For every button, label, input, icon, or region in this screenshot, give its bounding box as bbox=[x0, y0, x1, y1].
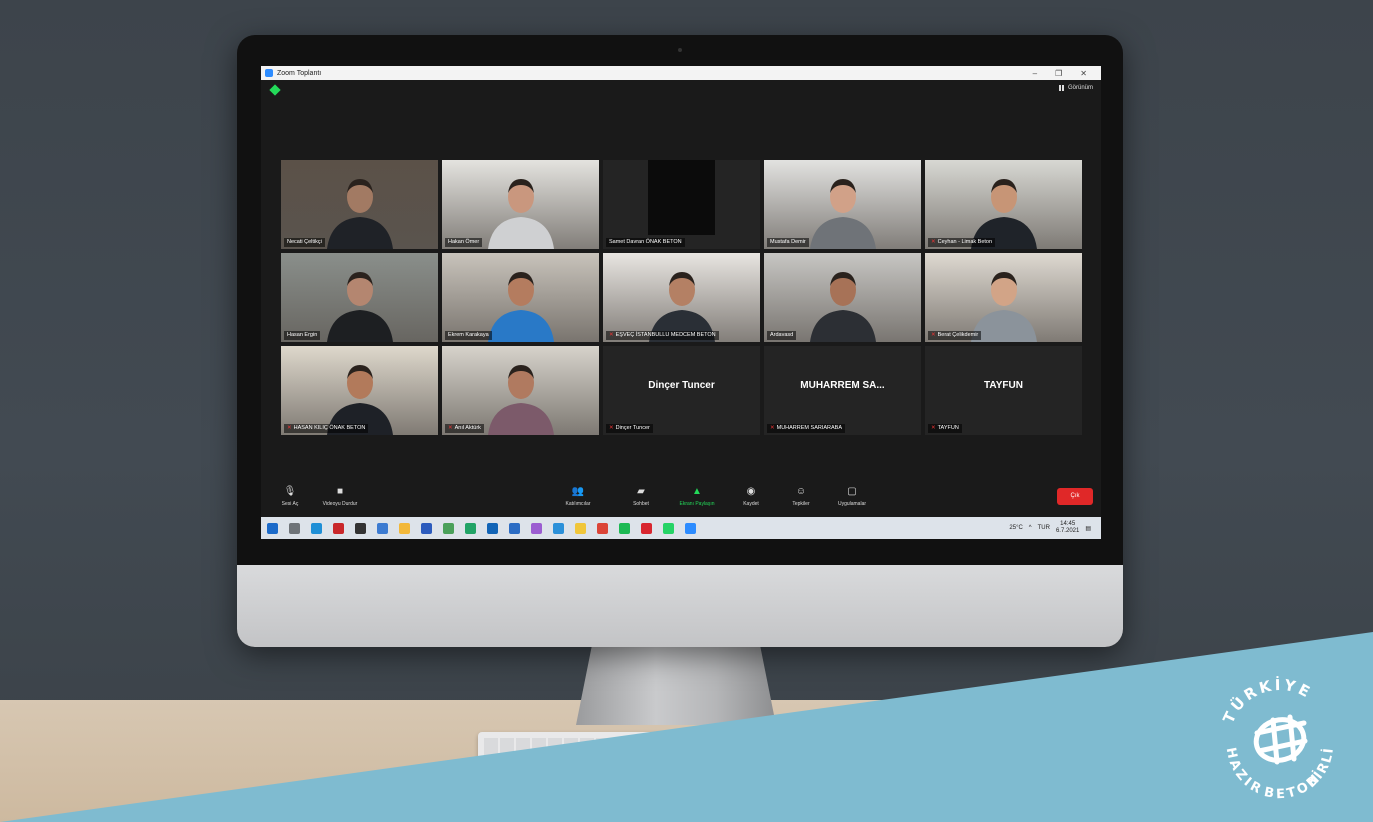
svg-text:TÜRKİYE: TÜRKİYE bbox=[1219, 675, 1315, 726]
brand-banner bbox=[0, 632, 1373, 822]
photo-scene: Zoom Toplantı – ❐ ✕ Görünüm Necati Çelti… bbox=[0, 0, 1373, 822]
association-logo: TÜRKİYE HAZIR BETON BİRLİĞİ bbox=[1205, 665, 1335, 802]
globe-emblem-icon bbox=[1253, 714, 1308, 765]
logo-text-top: TÜRKİYE bbox=[1219, 675, 1312, 726]
